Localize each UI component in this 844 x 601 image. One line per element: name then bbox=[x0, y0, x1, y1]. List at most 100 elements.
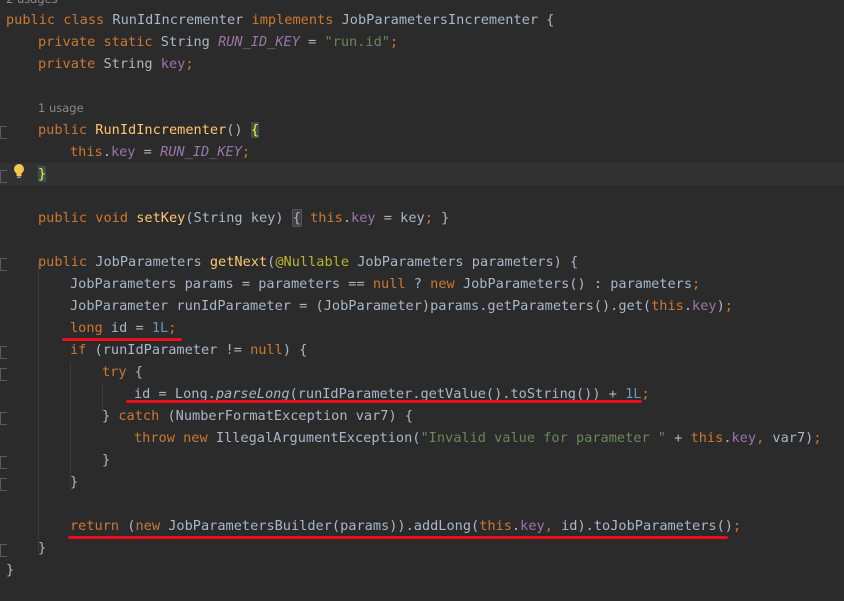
code-text: JobParameters params = parameters == bbox=[70, 276, 373, 292]
operator: + bbox=[666, 430, 691, 446]
try-line[interactable]: try { bbox=[0, 361, 844, 383]
semicolon: ; bbox=[724, 298, 733, 314]
semicolon: ; bbox=[185, 56, 194, 72]
this-keyword: this bbox=[651, 298, 684, 314]
if-line[interactable]: if (runIdParameter != null) { bbox=[0, 339, 844, 361]
code-text: IllegalArgumentException( bbox=[215, 430, 421, 446]
constructor-close-line[interactable]: } bbox=[0, 163, 844, 185]
type-name: String bbox=[160, 34, 219, 50]
paren: ( bbox=[119, 518, 136, 534]
code-text: JobParameters() : parameters bbox=[462, 276, 693, 292]
code-text: JobParameter runIdParameter = (JobParame… bbox=[70, 298, 652, 314]
matched-brace: } bbox=[38, 166, 47, 182]
keyword: public class bbox=[6, 12, 113, 28]
fold-marker[interactable] bbox=[0, 170, 7, 183]
fold-marker[interactable] bbox=[0, 456, 7, 469]
new-keyword: new bbox=[183, 430, 216, 446]
semicolon: ; bbox=[424, 210, 433, 226]
closing-brace: } bbox=[6, 562, 15, 578]
field-name: key bbox=[160, 56, 186, 72]
operator: = bbox=[299, 34, 325, 50]
constructor-name: RunIdIncrementer bbox=[95, 122, 227, 138]
dot: . bbox=[723, 430, 732, 446]
parameter-list: JobParameters parameters) { bbox=[349, 254, 579, 270]
operator: ? bbox=[405, 276, 431, 292]
params-line[interactable]: JobParameters params = parameters == nul… bbox=[0, 273, 844, 295]
return-keyword: return bbox=[70, 518, 120, 534]
semicolon: ; bbox=[389, 34, 399, 50]
type-name: String bbox=[103, 56, 161, 72]
code-text: } bbox=[102, 408, 119, 424]
red-underline-annotation bbox=[126, 400, 642, 403]
keyword: public bbox=[38, 122, 96, 138]
null-keyword: null bbox=[372, 276, 406, 292]
code-text: var7) bbox=[764, 430, 814, 446]
code-text: (runIdParameter != bbox=[86, 342, 251, 358]
class-close-line[interactable]: } bbox=[0, 559, 844, 581]
code-text: { bbox=[126, 364, 143, 380]
string-literal: "run.id" bbox=[324, 34, 390, 50]
lightbulb-icon[interactable] bbox=[13, 163, 25, 179]
constant-name: RUN_ID_KEY bbox=[160, 144, 242, 160]
catch-keyword: catch bbox=[118, 408, 160, 424]
closing-brace: } bbox=[70, 474, 79, 490]
this-keyword: this bbox=[479, 518, 512, 534]
constructor-body-line[interactable]: this.key = RUN_ID_KEY; bbox=[0, 141, 844, 163]
try-keyword: try bbox=[102, 364, 127, 380]
keyword: implements bbox=[251, 12, 342, 28]
dot: . bbox=[102, 144, 111, 160]
fold-marker[interactable] bbox=[0, 544, 7, 557]
class-declaration-line[interactable]: public class RunIdIncrementer implements… bbox=[0, 9, 844, 31]
keyword: private static bbox=[38, 34, 161, 50]
number-literal: 1L bbox=[151, 320, 169, 336]
getnext-method-line[interactable]: public JobParameters getNext(@Nullable J… bbox=[0, 251, 844, 273]
matched-brace: { bbox=[250, 122, 259, 138]
method-close-line[interactable]: } bbox=[0, 537, 844, 559]
semicolon: ; bbox=[641, 386, 650, 402]
operator: = bbox=[135, 144, 161, 160]
parameter-list: () bbox=[226, 122, 251, 138]
new-keyword: new bbox=[135, 518, 161, 534]
interface-name: JobParametersIncrementer { bbox=[341, 12, 555, 28]
long-keyword: long bbox=[70, 320, 103, 336]
catch-close-line[interactable]: } bbox=[0, 449, 844, 471]
usages-inlay[interactable]: 1 usage bbox=[38, 97, 84, 119]
folded-brace[interactable]: { bbox=[291, 209, 302, 227]
string-literal: "Invalid value for parameter " bbox=[420, 430, 666, 446]
field-name: key bbox=[351, 210, 376, 226]
dot: . bbox=[511, 518, 521, 534]
folded-brace[interactable]: } bbox=[433, 210, 449, 226]
return-line[interactable]: return (new JobParametersBuilder(params)… bbox=[0, 515, 844, 537]
keyword: private bbox=[38, 56, 104, 72]
comma: , bbox=[544, 518, 553, 534]
field-name: key bbox=[692, 298, 717, 314]
code-editor[interactable]: 2 usages public class RunIdIncrementer i… bbox=[0, 0, 844, 601]
long-id-line[interactable]: long id = 1L; bbox=[0, 317, 844, 339]
field-name: key bbox=[110, 144, 136, 160]
parameter-list: (String key) bbox=[185, 210, 292, 226]
throw-line[interactable]: throw new IllegalArgumentException("Inva… bbox=[0, 427, 844, 449]
paren: ) bbox=[716, 298, 725, 314]
catch-line[interactable]: } catch (NumberFormatException var7) { bbox=[0, 405, 844, 427]
if-close-line[interactable]: } bbox=[0, 471, 844, 493]
semicolon: ; bbox=[241, 144, 251, 160]
this-keyword: this bbox=[70, 144, 103, 160]
keyword: public void bbox=[38, 210, 137, 226]
runid-parameter-line[interactable]: JobParameter runIdParameter = (JobParame… bbox=[0, 295, 844, 317]
constant-declaration-line[interactable]: private static String RUN_ID_KEY = "run.… bbox=[0, 31, 844, 53]
constructor-line[interactable]: public RunIdIncrementer() { bbox=[0, 119, 844, 141]
assignment: = key bbox=[375, 210, 425, 226]
new-keyword: new bbox=[430, 276, 463, 292]
code-text: ) { bbox=[282, 342, 308, 358]
semicolon: ; bbox=[813, 430, 822, 446]
setkey-method-line[interactable]: public void setKey(String key) { this.ke… bbox=[0, 207, 844, 229]
method-name: setKey bbox=[136, 210, 186, 226]
type-name: JobParameters bbox=[95, 254, 210, 270]
closing-brace: } bbox=[38, 540, 47, 556]
field-declaration-line[interactable]: private String key; bbox=[0, 53, 844, 75]
keyword: public bbox=[38, 254, 96, 270]
code-text: JobParametersBuilder(params)).addLong( bbox=[160, 518, 480, 534]
class-name: RunIdIncrementer bbox=[112, 12, 252, 28]
fold-marker[interactable] bbox=[0, 478, 7, 491]
throw-keyword: throw bbox=[134, 430, 184, 446]
